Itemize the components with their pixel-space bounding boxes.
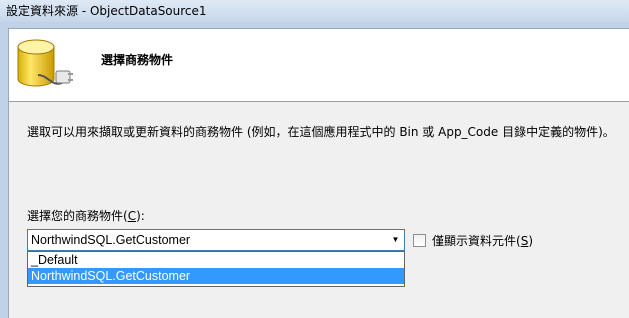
- title-bar[interactable]: 設定資料來源 - ObjectDataSource1: [0, 0, 629, 22]
- database-plug-icon: [17, 39, 73, 87]
- business-object-label-pre: 選擇您的商務物件(: [27, 209, 128, 223]
- dropdown-option-selected[interactable]: NorthwindSQL.GetCustomer: [28, 268, 404, 284]
- chevron-down-icon[interactable]: ▼: [387, 230, 404, 250]
- combobox-value: NorthwindSQL.GetCustomer: [31, 233, 191, 247]
- checkbox-label-pre: 僅顯示資料元件(: [432, 233, 521, 248]
- business-object-dropdown-list[interactable]: _Default NorthwindSQL.GetCustomer: [27, 251, 405, 287]
- dropdown-option[interactable]: _Default: [28, 252, 404, 268]
- wizard-client-area: 選擇商務物件 選取可以用來擷取或更新資料的商務物件 (例如，在這個應用程式中的 …: [8, 28, 629, 318]
- business-object-label: 選擇您的商務物件(C):: [27, 207, 145, 224]
- description-text: 選取可以用來擷取或更新資料的商務物件 (例如，在這個應用程式中的 Bin 或 A…: [27, 125, 615, 139]
- window-title: 設定資料來源 - ObjectDataSource1: [6, 4, 207, 18]
- checkbox-label-post: ): [528, 233, 533, 248]
- business-object-label-accesskey: C: [127, 209, 137, 223]
- data-components-only-option[interactable]: 僅顯示資料元件(S): [413, 232, 533, 248]
- business-object-label-post: ):: [136, 209, 145, 223]
- step-title: 選擇商務物件: [101, 53, 174, 67]
- data-components-only-checkbox[interactable]: [413, 233, 426, 247]
- data-components-only-label: 僅顯示資料元件(S): [432, 232, 533, 249]
- business-object-combobox[interactable]: NorthwindSQL.GetCustomer ▼: [27, 229, 405, 251]
- wizard-header: 選擇商務物件: [9, 29, 629, 102]
